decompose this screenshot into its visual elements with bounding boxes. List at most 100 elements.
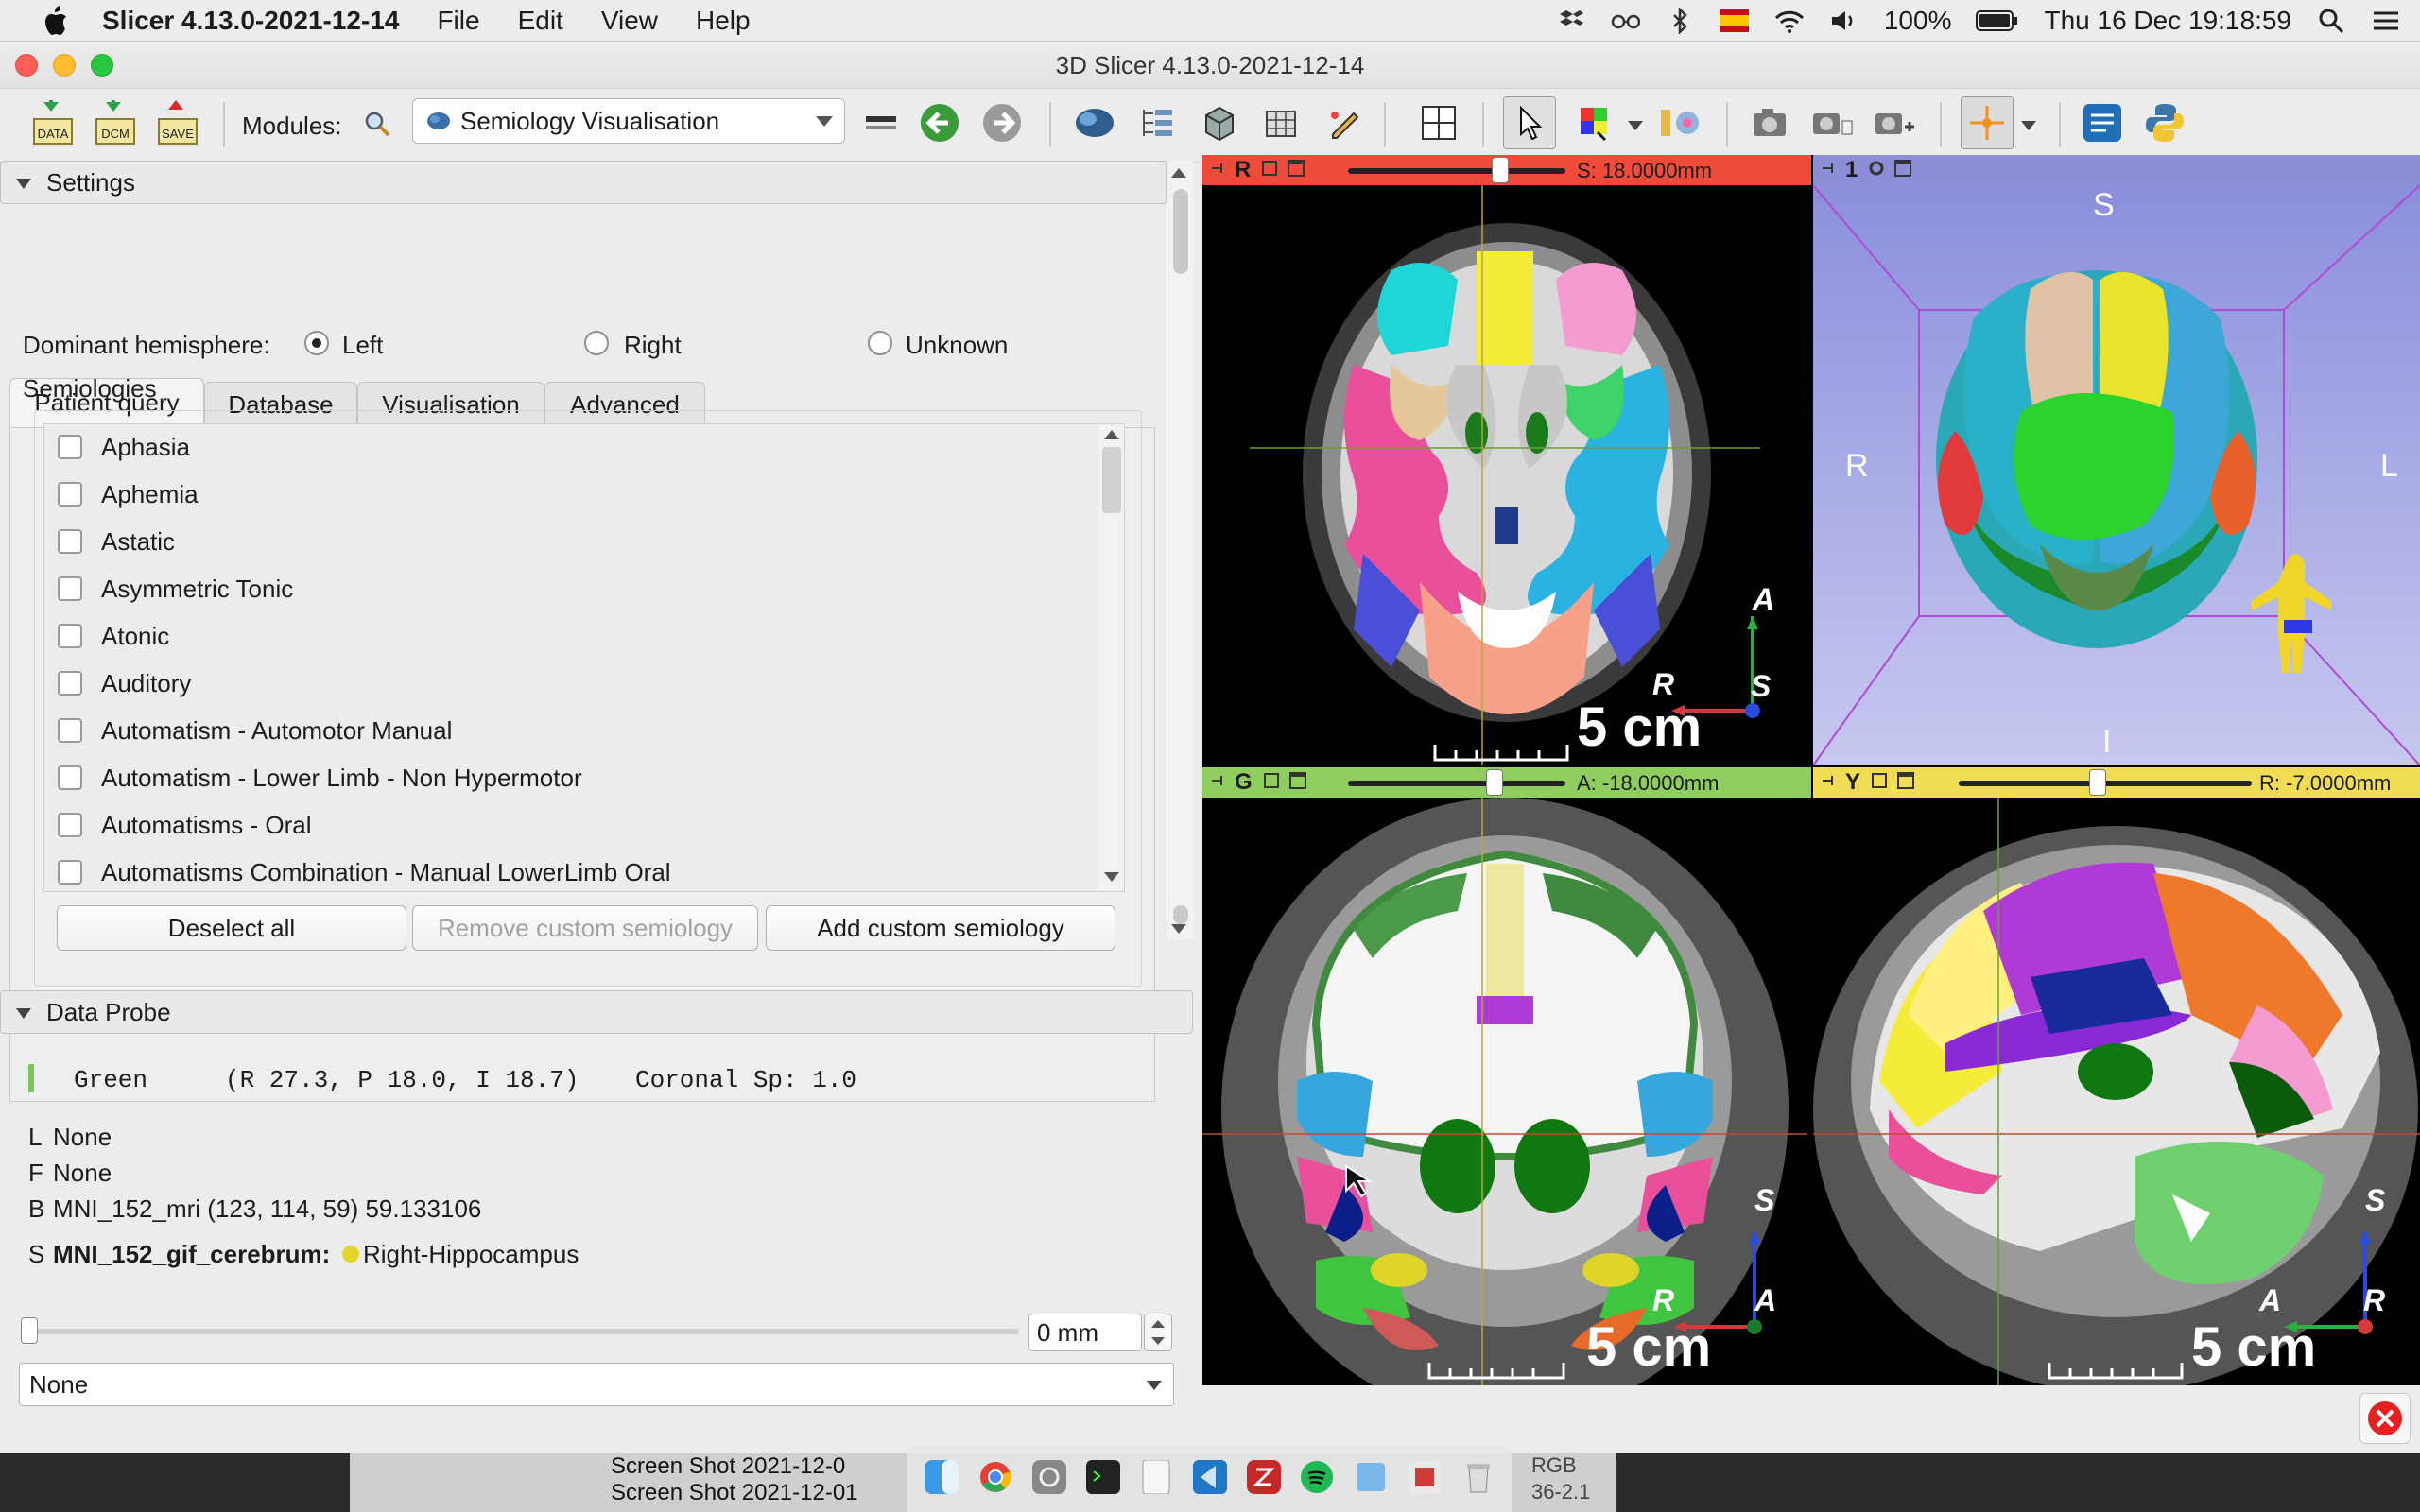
python-console-icon[interactable] <box>2138 96 2191 149</box>
checkbox[interactable] <box>58 624 82 648</box>
vscode-icon[interactable] <box>1192 1459 1227 1499</box>
system-preferences-icon[interactable] <box>1031 1459 1066 1499</box>
checkbox[interactable] <box>58 718 82 743</box>
list-item[interactable]: Automatisms - Oral <box>58 806 312 844</box>
text-edit-icon[interactable] <box>1139 1459 1173 1499</box>
pin-icon[interactable] <box>1210 162 1227 180</box>
scene-capture-icon[interactable] <box>1868 96 1921 149</box>
radio-right[interactable] <box>584 331 609 355</box>
link-icon[interactable] <box>1262 771 1281 795</box>
volume-icon[interactable] <box>1829 9 1859 33</box>
zotero-icon[interactable] <box>1246 1459 1281 1499</box>
menu-file[interactable]: File <box>437 6 479 36</box>
slicer-dock-icon[interactable] <box>1407 1459 1442 1499</box>
scene-view-icon[interactable] <box>1806 96 1858 149</box>
yellow-slice-slider-handle[interactable] <box>2089 769 2106 796</box>
pin-icon[interactable] <box>1821 774 1838 792</box>
chrome-icon[interactable] <box>978 1460 1012 1499</box>
forward-arrow-button[interactable] <box>976 96 1028 149</box>
list-item[interactable]: Automatism - Lower Limb - Non Hypermotor <box>58 759 582 797</box>
mouse-pointer-mode-button[interactable] <box>1503 96 1556 149</box>
settings-section-header[interactable]: Settings <box>0 161 1167 204</box>
data-probe-section-header[interactable]: Data Probe <box>0 990 1193 1034</box>
green-slice-slider-handle[interactable] <box>1486 769 1503 796</box>
checkbox[interactable] <box>58 529 82 554</box>
threed-view[interactable]: S R L I <box>1813 185 2420 765</box>
list-item[interactable]: Asymmetric Tonic <box>58 570 293 608</box>
checkbox[interactable] <box>58 576 82 601</box>
probe-select[interactable]: None <box>19 1363 1174 1406</box>
list-item[interactable]: Astatic <box>58 523 175 560</box>
welcome-brain-icon[interactable] <box>1068 96 1121 149</box>
menu-help[interactable]: Help <box>696 6 751 36</box>
link-icon[interactable] <box>1870 771 1889 795</box>
checkbox[interactable] <box>58 860 82 885</box>
red-slice-slider[interactable] <box>1348 168 1565 174</box>
list-item[interactable]: Auditory <box>58 664 191 702</box>
terminal-icon[interactable] <box>1085 1459 1120 1499</box>
panel-scroll-thumb[interactable] <box>1173 189 1188 274</box>
load-dicom-button[interactable]: DCM <box>89 96 142 149</box>
spotlight-search-icon[interactable] <box>2316 9 2346 34</box>
menu-view[interactable]: View <box>601 6 658 36</box>
module-list-icon[interactable] <box>856 96 909 149</box>
yellow-slice-view[interactable]: 5 cm S A R <box>1813 798 2420 1385</box>
offset-spinbox[interactable]: 0 mm <box>1028 1314 1142 1351</box>
window-level-icon[interactable] <box>1569 96 1622 149</box>
segment-editor-icon[interactable] <box>1318 96 1371 149</box>
crosshair-toggle-icon[interactable] <box>1654 96 1707 149</box>
green-slice-slider[interactable] <box>1348 781 1565 786</box>
checkbox[interactable] <box>58 765 82 790</box>
module-search-icon[interactable] <box>363 110 391 143</box>
bluetooth-icon[interactable] <box>1665 8 1695 34</box>
list-item[interactable]: Aphasia <box>58 428 190 466</box>
checkbox[interactable] <box>58 813 82 837</box>
radio-left-label[interactable]: Left <box>342 331 383 360</box>
apple-icon[interactable] <box>38 5 70 37</box>
radio-left[interactable] <box>304 331 329 355</box>
window-level-dropdown-icon[interactable] <box>1628 121 1643 130</box>
load-data-button[interactable]: DATA <box>26 96 79 149</box>
list-item[interactable]: Atonic <box>58 617 169 655</box>
crosshair-placement-button[interactable] <box>1961 96 2014 149</box>
checkbox[interactable] <box>58 671 82 696</box>
spotify-icon[interactable] <box>1300 1460 1334 1499</box>
file-item-2[interactable]: Screen Shot 2021-12-01 <box>611 1480 858 1506</box>
semiologies-scrollbar[interactable] <box>1098 424 1124 891</box>
radio-unknown-label[interactable]: Unknown <box>906 331 1008 360</box>
preview-icon[interactable] <box>1354 1460 1388 1499</box>
extensions-manager-icon[interactable] <box>2076 96 2129 149</box>
semiologies-scroll-thumb[interactable] <box>1102 447 1121 513</box>
dropbox-icon[interactable] <box>1555 9 1585 33</box>
clock[interactable]: Thu 16 Dec 19:18:59 <box>2044 6 2291 36</box>
wifi-icon[interactable] <box>1774 9 1805 33</box>
checkbox[interactable] <box>58 482 82 507</box>
radio-unknown[interactable] <box>868 331 892 355</box>
module-selector[interactable]: Semiology Visualisation <box>412 98 845 144</box>
green-slice-view[interactable]: 5 cm S R A <box>1202 798 1807 1385</box>
error-log-button[interactable] <box>2360 1393 2411 1444</box>
pin-icon[interactable] <box>1821 162 1838 180</box>
list-item[interactable]: Automatism - Automotor Manual <box>58 712 452 749</box>
list-item[interactable]: Automatisms Combination - Manual LowerLi… <box>58 853 671 891</box>
gear-icon[interactable] <box>1867 159 1886 182</box>
data-module-icon[interactable] <box>1131 96 1184 149</box>
add-custom-semiology-button[interactable]: Add custom semiology <box>766 905 1115 951</box>
maximize-view-icon[interactable] <box>1893 159 1912 182</box>
finder-icon[interactable] <box>925 1459 959 1499</box>
panel-scrollbar[interactable] <box>1167 161 1193 939</box>
control-center-icon[interactable] <box>2371 9 2401 33</box>
red-slice-slider-handle[interactable] <box>1492 157 1509 183</box>
glasses-icon[interactable] <box>1610 9 1640 33</box>
flag-spain-icon[interactable] <box>1720 9 1750 33</box>
save-button[interactable]: SAVE <box>151 96 204 149</box>
menu-edit[interactable]: Edit <box>518 6 563 36</box>
volumes-module-icon[interactable] <box>1193 96 1246 149</box>
screenshot-icon[interactable] <box>1743 96 1796 149</box>
back-arrow-button[interactable] <box>913 96 966 149</box>
maximize-view-icon[interactable] <box>1288 771 1307 795</box>
radio-right-label[interactable]: Right <box>624 331 682 360</box>
semiologies-list[interactable]: Aphasia Aphemia Astatic Asymmetric Tonic… <box>43 423 1125 892</box>
trash-icon[interactable] <box>1461 1460 1495 1499</box>
red-slice-view[interactable]: 5 cm A R S <box>1202 185 1807 765</box>
